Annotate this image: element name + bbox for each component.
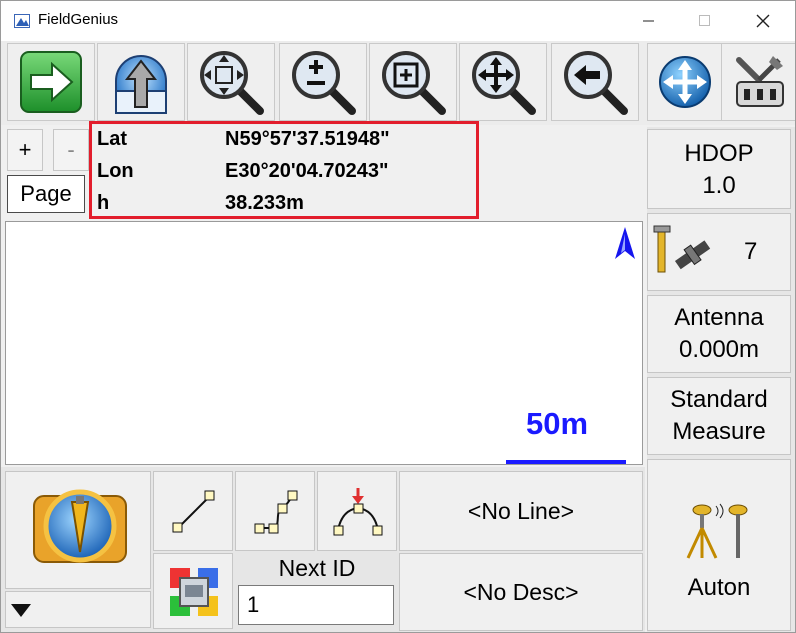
zoom-minus-button[interactable]: - — [53, 129, 89, 171]
curve-tool-button[interactable] — [235, 471, 315, 551]
lon-value: E30°20'04.70243" — [225, 160, 389, 182]
globe-button[interactable] — [647, 43, 723, 121]
line-select-button[interactable]: <No Line> — [399, 471, 643, 551]
scale-label: 50m — [526, 406, 589, 441]
globe-icon — [659, 56, 711, 108]
line-tool-button[interactable] — [153, 471, 233, 551]
window-title: FieldGenius — [38, 11, 119, 28]
auton-label: Auton — [687, 574, 751, 601]
triangle-down-icon — [11, 604, 31, 617]
hdop-value: 1.0 — [702, 172, 736, 199]
height-value: 38.233m — [225, 192, 304, 214]
map-view[interactable]: 50m — [5, 221, 643, 465]
satellite-count: 7 — [744, 238, 758, 265]
coordinate-panel: Lat N59°57'37.51948" Lon E30°20'04.70243… — [89, 121, 479, 219]
zoom-plus-button[interactable]: + — [7, 129, 43, 171]
measure-mode-box[interactable]: Standard Measure — [647, 377, 791, 455]
measure-mode-line1: Standard — [670, 386, 768, 413]
antenna-value: 0.000m — [678, 336, 760, 363]
line-icon — [172, 490, 215, 533]
layers-button[interactable] — [153, 553, 233, 629]
curve-icon — [254, 490, 298, 534]
title-bar: FieldGenius — [1, 1, 795, 41]
more-dropdown[interactable] — [5, 591, 151, 628]
close-button[interactable] — [737, 1, 789, 41]
upload-button[interactable] — [97, 43, 185, 121]
zoom-window-button[interactable] — [369, 43, 457, 121]
next-arrow-icon — [20, 51, 82, 113]
antenna-box[interactable]: Antenna 0.000m — [647, 295, 791, 373]
next-button[interactable] — [7, 43, 95, 121]
maximize-icon — [699, 15, 710, 26]
insert-point-button[interactable] — [317, 471, 397, 551]
app-icon — [14, 14, 30, 28]
zoom-extents-button[interactable] — [187, 43, 275, 121]
zoom-in-out-button[interactable] — [279, 43, 367, 121]
measure-mode-line2: Measure — [672, 418, 766, 445]
info-row: + - Page Lat N59°57'37.51948" Lon E30°20… — [1, 121, 645, 219]
zoom-previous-icon — [564, 51, 628, 115]
north-arrow-icon — [615, 227, 635, 259]
next-id-label: Next ID — [278, 555, 356, 581]
measure-button[interactable] — [5, 471, 151, 589]
tools-button[interactable] — [721, 43, 795, 121]
minimize-button[interactable] — [623, 1, 675, 41]
auton-box[interactable]: Auton — [647, 459, 791, 631]
zoom-in-out-icon — [292, 51, 356, 115]
satellites-box[interactable]: 7 — [647, 213, 791, 291]
zoom-window-icon — [382, 51, 446, 115]
tools-icon — [736, 56, 784, 107]
pan-button[interactable] — [459, 43, 547, 121]
lat-label: Lat — [97, 128, 127, 150]
layers-icon — [170, 568, 218, 616]
bottom-panel: Next ID <No Line> <No Desc> — [1, 467, 645, 632]
fieldgenius-window: FieldGenius + - Page Lat N59°57'37.51948… — [0, 0, 796, 633]
minimize-icon — [643, 20, 654, 22]
hdop-box[interactable]: HDOP 1.0 — [647, 129, 791, 209]
plumb-bob-icon — [33, 489, 127, 563]
description-select-button[interactable]: <No Desc> — [399, 553, 643, 631]
zoom-previous-button[interactable] — [551, 43, 639, 121]
pan-icon — [472, 51, 536, 115]
page-button[interactable]: Page — [7, 175, 85, 213]
insert-point-icon — [333, 488, 383, 536]
hdop-label: HDOP — [684, 140, 754, 167]
main-toolbar — [1, 41, 795, 125]
antenna-label: Antenna — [674, 304, 764, 331]
next-id-input[interactable] — [238, 585, 394, 625]
maximize-button[interactable] — [679, 1, 731, 41]
scale-bar — [506, 460, 626, 464]
upload-icon — [115, 55, 167, 114]
zoom-extents-icon — [200, 51, 264, 115]
lat-value: N59°57'37.51948" — [225, 128, 390, 150]
close-icon — [756, 14, 770, 28]
gps-receivers-icon — [686, 503, 748, 559]
status-panel: HDOP 1.0 7 Antenna 0.000m Standard Measu… — [647, 127, 795, 632]
height-label: h — [97, 192, 110, 214]
lon-label: Lon — [97, 160, 134, 182]
satellite-icon — [653, 225, 711, 273]
